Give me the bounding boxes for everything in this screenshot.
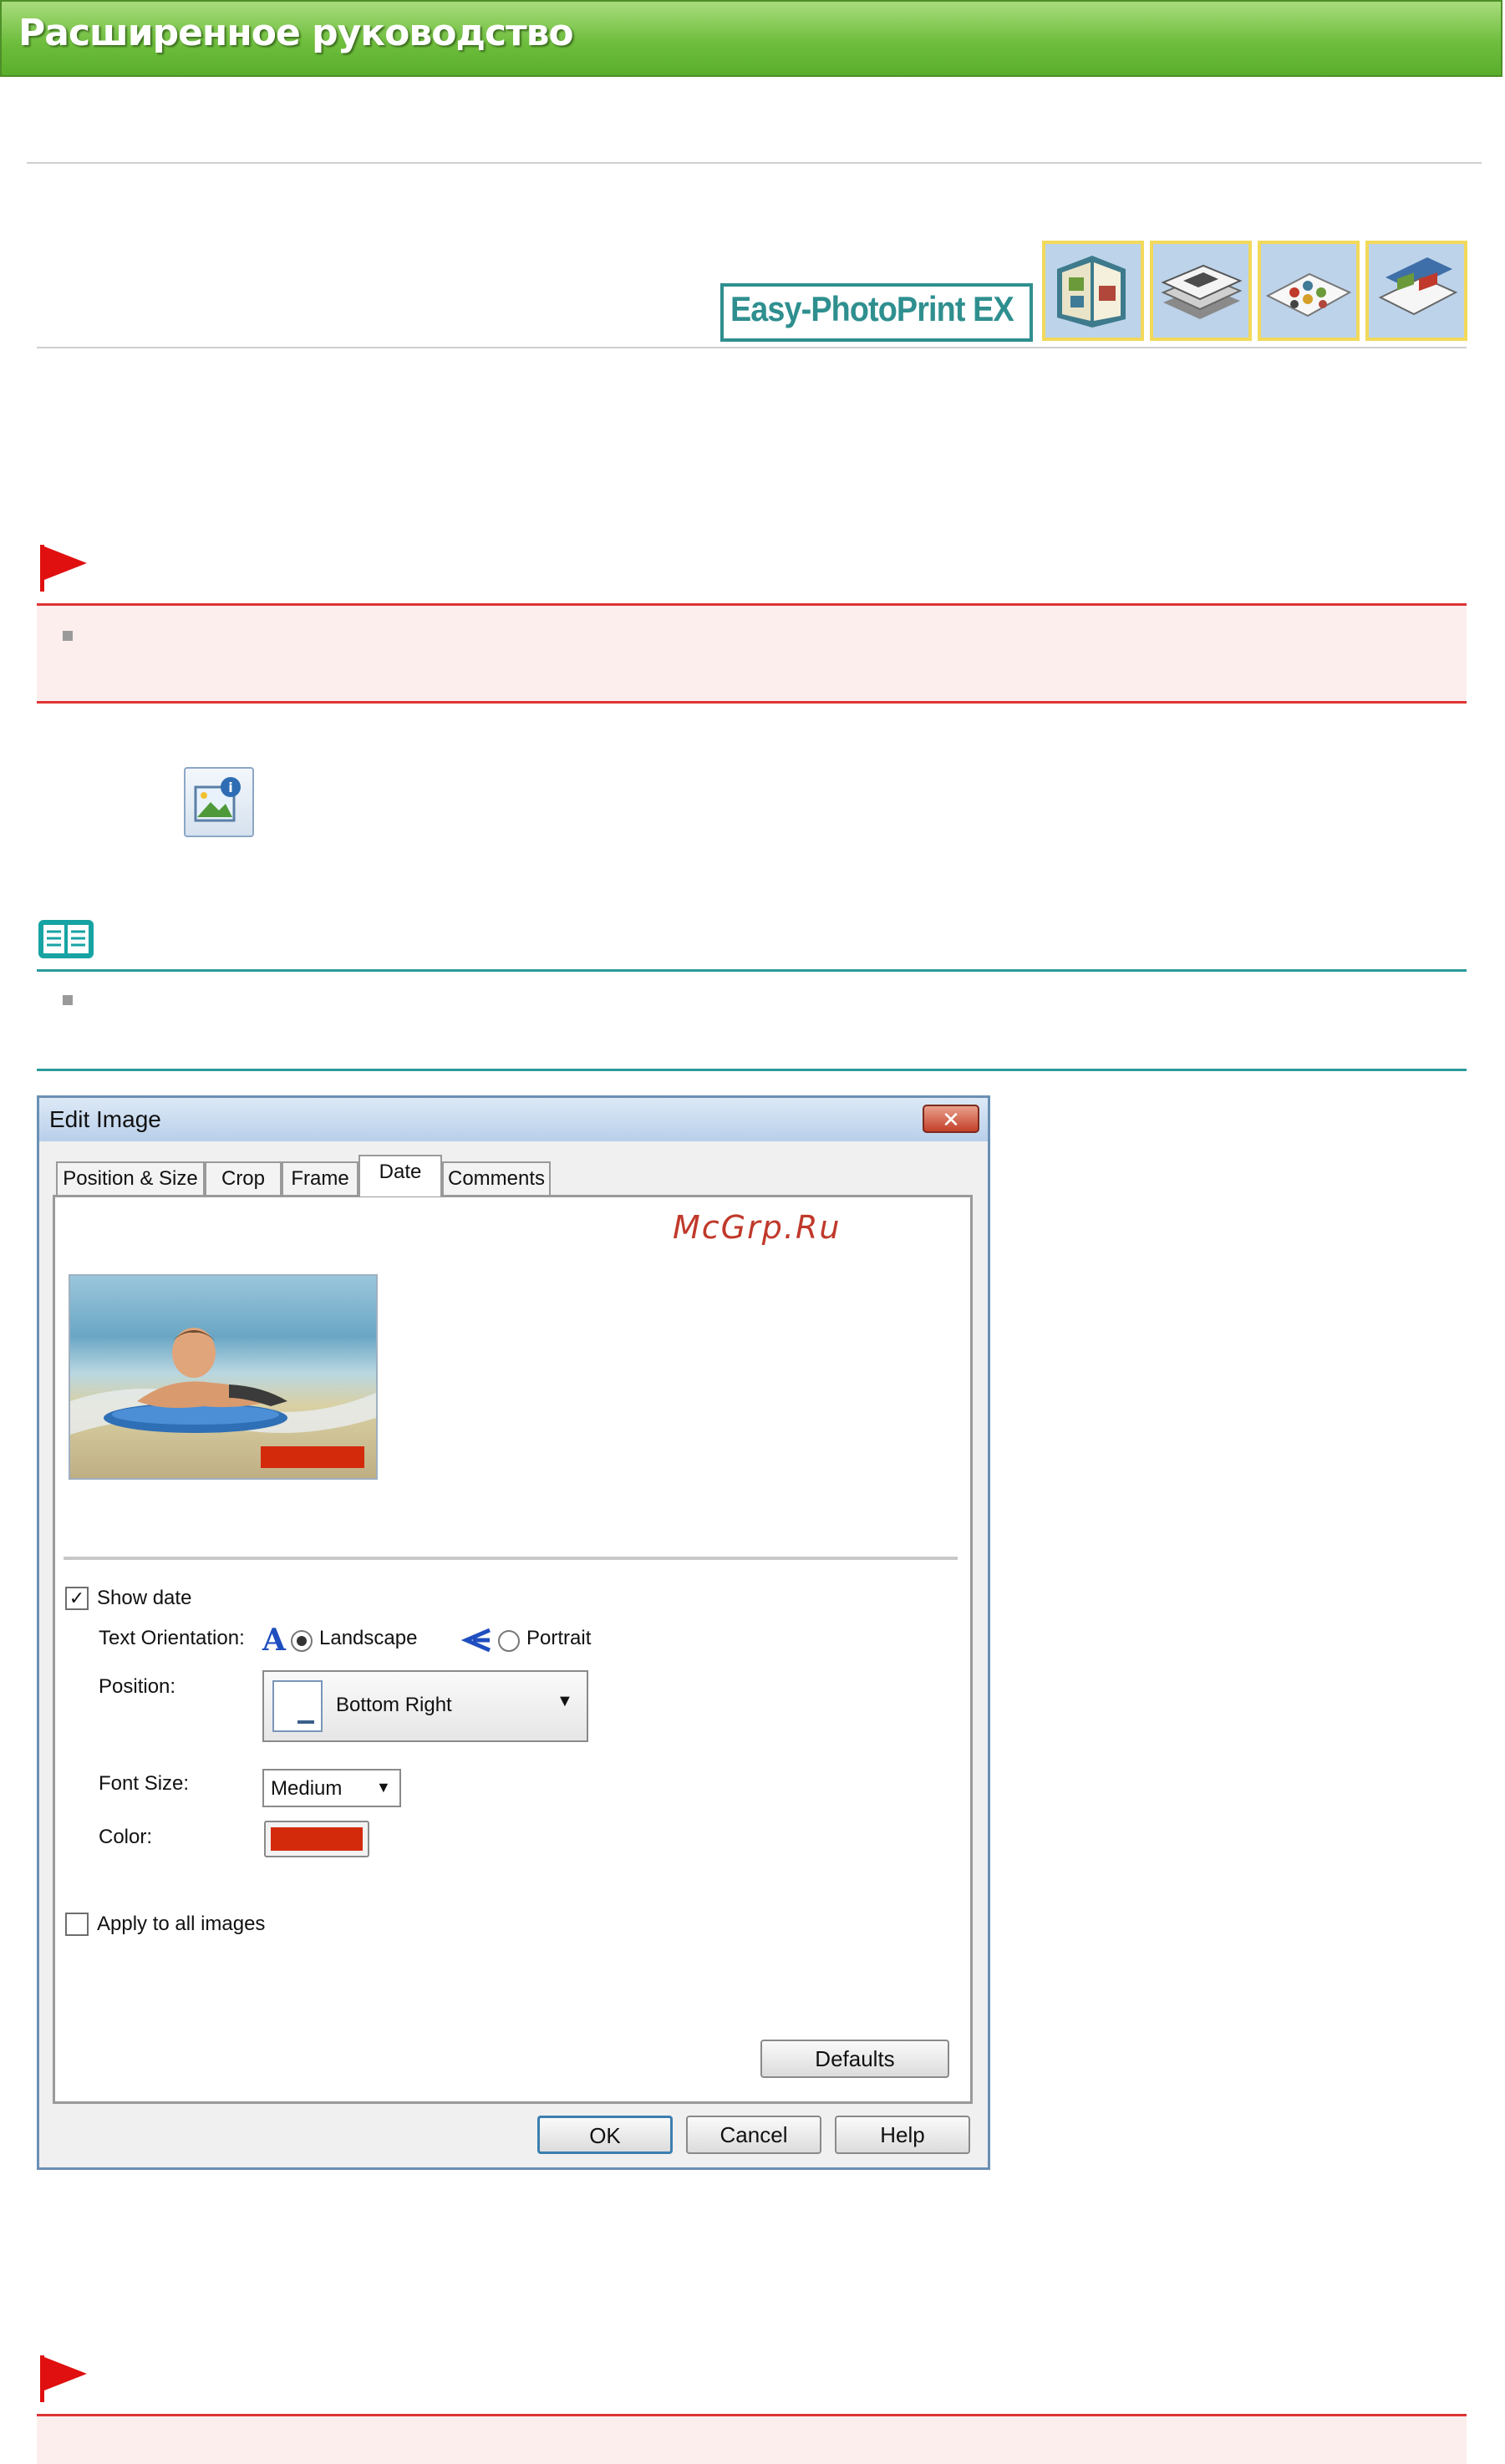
caution-box-2 [37, 2414, 1467, 2464]
show-date-checkbox[interactable]: ✓ [65, 1587, 89, 1610]
portrait-label: Portrait [526, 1627, 592, 1649]
tab-crop[interactable]: Crop [205, 1161, 282, 1195]
stickers-icon[interactable] [1258, 241, 1360, 341]
chevron-down-icon: ▼ [557, 1692, 573, 1710]
position-value: Bottom Right [336, 1694, 452, 1716]
album-icon[interactable] [1042, 241, 1144, 341]
logo-divider [37, 347, 1467, 348]
portrait-radio[interactable] [498, 1630, 520, 1652]
tab-position-size[interactable]: Position & Size [56, 1161, 205, 1195]
product-logo-text: Easy-PhotoPrint EX [730, 289, 1014, 328]
watermark-text: McGrp.Ru [673, 1209, 841, 1246]
close-icon: ✕ [942, 1107, 960, 1132]
caution-flag-icon [40, 545, 87, 592]
note-bullet [63, 995, 73, 1005]
font-size-dropdown[interactable]: Medium ▼ [262, 1769, 401, 1807]
caution-flag-icon-2 [40, 2355, 87, 2402]
close-button[interactable]: ✕ [923, 1105, 979, 1133]
apply-all-checkbox[interactable] [65, 1913, 89, 1936]
image-preview [69, 1274, 378, 1480]
ok-button[interactable]: OK [537, 2116, 673, 2154]
defaults-button[interactable]: Defaults [760, 2040, 949, 2078]
landscape-radio[interactable] [291, 1630, 313, 1652]
note-book-icon [38, 920, 94, 958]
portrait-text-icon [461, 1628, 491, 1653]
layout-print-icon[interactable] [1365, 241, 1467, 341]
color-label: Color: [99, 1826, 153, 1848]
tab-date[interactable]: Date [358, 1155, 442, 1196]
show-date-label: Show date [97, 1587, 192, 1609]
calendar-icon[interactable] [1150, 241, 1252, 341]
position-preview-icon [272, 1680, 323, 1732]
color-picker-button[interactable] [264, 1821, 369, 1857]
date-tab-panel: ✓ Show date Text Orientation: A Landscap… [53, 1195, 973, 2104]
edit-image-dialog: Edit Image ✕ Position & Size Crop Frame … [37, 1095, 990, 2170]
apply-all-label: Apply to all images [97, 1913, 266, 1935]
text-orientation-label: Text Orientation: [99, 1627, 245, 1649]
color-swatch [271, 1827, 363, 1851]
image-info-icon: i [194, 777, 241, 822]
svg-text:A: A [262, 1623, 287, 1655]
font-size-value: Medium [271, 1777, 343, 1800]
svg-text:i: i [228, 780, 232, 795]
landscape-label: Landscape [319, 1627, 418, 1649]
caution-box [37, 603, 1467, 704]
font-size-label: Font Size: [99, 1772, 190, 1795]
tab-comments[interactable]: Comments [442, 1161, 551, 1195]
caution-bullet [63, 631, 73, 641]
note-box [37, 969, 1467, 1071]
landscape-text-icon: A [262, 1623, 287, 1655]
position-dropdown[interactable]: Bottom Right ▼ [262, 1670, 588, 1742]
chevron-down-icon: ▼ [376, 1779, 391, 1796]
help-button[interactable]: Help [835, 2116, 970, 2154]
tab-frame[interactable]: Frame [282, 1161, 358, 1195]
page-header-title: Расширенное руководство [18, 12, 574, 54]
cancel-button[interactable]: Cancel [686, 2116, 821, 2154]
top-divider [27, 162, 1482, 164]
dialog-title-bar[interactable]: Edit Image ✕ [39, 1098, 988, 1141]
image-info-button[interactable]: i [184, 767, 254, 837]
preview-separator [64, 1557, 958, 1560]
date-preview-stamp [261, 1446, 364, 1468]
dialog-title: Edit Image [49, 1106, 161, 1132]
position-label: Position: [99, 1675, 176, 1698]
